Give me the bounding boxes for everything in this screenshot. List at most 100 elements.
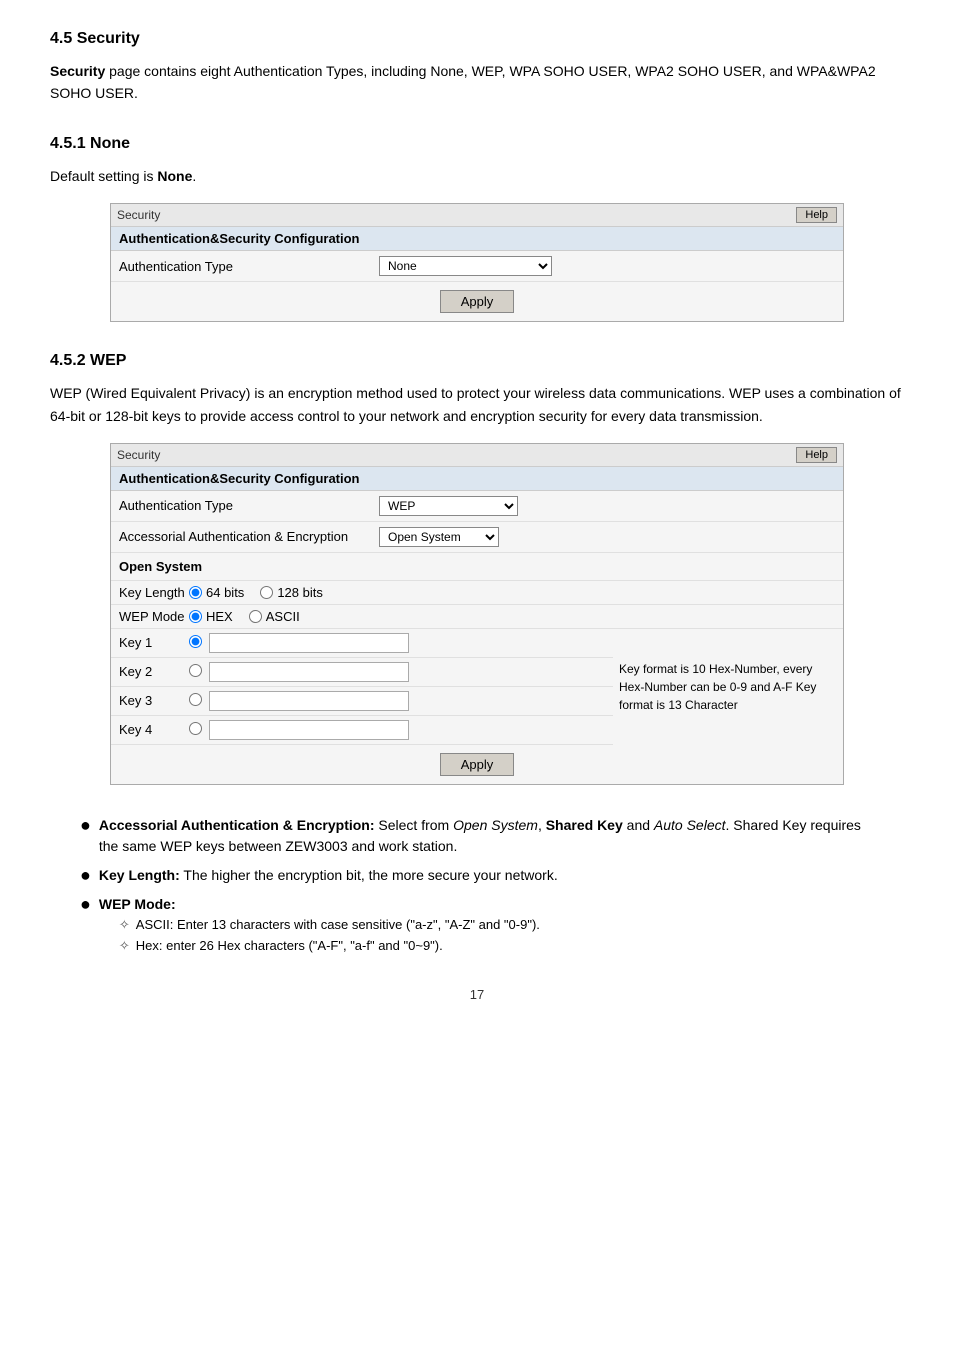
none-section-header: Authentication&Security Configuration xyxy=(111,227,843,251)
wep-mode-row: WEP Mode HEX ASCII xyxy=(111,605,843,629)
none-help-button[interactable]: Help xyxy=(796,207,837,223)
key4-label: Key 4 xyxy=(119,722,189,737)
sub-item-1: ✧ Hex: enter 26 Hex characters ("A-F", "… xyxy=(119,936,540,957)
wep-panel: Security Help Authentication&Security Co… xyxy=(110,443,844,785)
key4-row: Key 4 xyxy=(111,716,613,745)
wep-apply-button[interactable]: Apply xyxy=(440,753,515,776)
page-number: 17 xyxy=(50,987,904,1002)
key4-radio[interactable] xyxy=(189,722,202,735)
wep-mode-label: WEP Mode xyxy=(119,609,189,624)
none-desc-suffix: . xyxy=(192,168,196,184)
none-description: Default setting is None. xyxy=(50,165,904,187)
intro-paragraph: Security page contains eight Authenticat… xyxy=(50,60,904,105)
intro-text: page contains eight Authentication Types… xyxy=(50,63,876,101)
sub-text-0: ASCII: Enter 13 characters with case sen… xyxy=(136,915,540,936)
key3-radio-wrap xyxy=(189,693,209,709)
bullet-dot-1: ● xyxy=(80,866,91,884)
wep-mode-hex[interactable]: HEX xyxy=(189,609,233,624)
section-4-5-2: 4.5.2 WEP WEP (Wired Equivalent Privacy)… xyxy=(50,352,904,785)
key3-input[interactable] xyxy=(209,691,409,711)
wep-auth-type-row: Authentication Type None WEP WPA SOHO US… xyxy=(111,491,843,522)
key-length-128-label: 128 bits xyxy=(277,585,323,600)
wep-mode-radios: HEX ASCII xyxy=(189,609,300,624)
key-length-row: Key Length 64 bits 128 bits xyxy=(111,581,843,605)
wep-accessorial-select[interactable]: Open System Shared Key Auto Select xyxy=(379,527,499,547)
section-4-5: 4.5 Security Security page contains eigh… xyxy=(50,30,904,105)
key2-input[interactable] xyxy=(209,662,409,682)
none-panel: Security Help Authentication&Security Co… xyxy=(110,203,844,322)
key-length-radios: 64 bits 128 bits xyxy=(189,585,323,600)
heading-4-5-2: 4.5.2 WEP xyxy=(50,352,904,370)
keys-column: Key 1 Key 2 Key 3 xyxy=(111,629,613,745)
wep-auth-type-select[interactable]: None WEP WPA SOHO USER WPA2 SOHO USER xyxy=(379,496,518,516)
heading-4-5-1: 4.5.1 None xyxy=(50,135,904,153)
none-apply-row: Apply xyxy=(111,282,843,321)
section-4-5-1: 4.5.1 None Default setting is None. Secu… xyxy=(50,135,904,322)
heading-4-5: 4.5 Security xyxy=(50,30,904,48)
bullet-item-1: ● Key Length: The higher the encryption … xyxy=(80,865,874,886)
bullet-text-0: Accessorial Authentication & Encryption:… xyxy=(99,815,874,857)
diamond-0: ✧ xyxy=(119,915,130,936)
key2-label: Key 2 xyxy=(119,664,189,679)
none-desc-bold: None xyxy=(157,168,192,184)
wep-mode-hex-label: HEX xyxy=(206,609,233,624)
bullet-text-1: Key Length: The higher the encryption bi… xyxy=(99,865,558,886)
key1-row: Key 1 xyxy=(111,629,613,658)
key4-input[interactable] xyxy=(209,720,409,740)
none-desc-prefix: Default setting is xyxy=(50,168,157,184)
wep-help-button[interactable]: Help xyxy=(796,447,837,463)
none-auth-type-control: None WEP WPA SOHO USER WPA2 SOHO USER WP… xyxy=(379,256,552,276)
key-length-64-label: 64 bits xyxy=(206,585,244,600)
bullet-dot-0: ● xyxy=(80,816,91,834)
key-length-128-radio[interactable] xyxy=(260,586,273,599)
wep-mode-ascii[interactable]: ASCII xyxy=(249,609,300,624)
key-length-64-radio[interactable] xyxy=(189,586,202,599)
sub-item-0: ✧ ASCII: Enter 13 characters with case s… xyxy=(119,915,540,936)
sub-text-1: Hex: enter 26 Hex characters ("A-F", "a-… xyxy=(136,936,443,957)
none-panel-title: Security xyxy=(117,208,160,222)
key3-row: Key 3 xyxy=(111,687,613,716)
bullet-text-2: WEP Mode: ✧ ASCII: Enter 13 characters w… xyxy=(99,894,540,957)
key-length-128[interactable]: 128 bits xyxy=(260,585,323,600)
key1-label: Key 1 xyxy=(119,635,189,650)
key3-label: Key 3 xyxy=(119,693,189,708)
none-auth-type-row: Authentication Type None WEP WPA SOHO US… xyxy=(111,251,843,282)
wep-accessorial-row: Accessorial Authentication & Encryption … xyxy=(111,522,843,553)
none-panel-header: Security Help xyxy=(111,204,843,227)
wep-mode-ascii-radio[interactable] xyxy=(249,610,262,623)
key-length-label: Key Length xyxy=(119,585,189,600)
keys-section: Key 1 Key 2 Key 3 xyxy=(111,629,843,745)
key2-radio[interactable] xyxy=(189,664,202,677)
wep-panel-title: Security xyxy=(117,448,160,462)
wep-accessorial-control: Open System Shared Key Auto Select xyxy=(379,527,499,547)
wep-panel-header: Security Help xyxy=(111,444,843,467)
wep-mode-ascii-label: ASCII xyxy=(266,609,300,624)
bullet-item-2: ● WEP Mode: ✧ ASCII: Enter 13 characters… xyxy=(80,894,874,957)
bullet-bold-2: WEP Mode: xyxy=(99,896,176,912)
wep-description: WEP (Wired Equivalent Privacy) is an enc… xyxy=(50,382,904,427)
wep-apply-row: Apply xyxy=(111,745,843,784)
key1-input[interactable] xyxy=(209,633,409,653)
key1-radio[interactable] xyxy=(189,635,202,648)
none-auth-type-select[interactable]: None WEP WPA SOHO USER WPA2 SOHO USER WP… xyxy=(379,256,552,276)
key-length-64[interactable]: 64 bits xyxy=(189,585,244,600)
wep-mode-sub-list: ✧ ASCII: Enter 13 characters with case s… xyxy=(119,915,540,957)
key1-radio-wrap xyxy=(189,635,209,651)
bullet-item-0: ● Accessorial Authentication & Encryptio… xyxy=(80,815,874,857)
diamond-1: ✧ xyxy=(119,936,130,957)
key3-radio[interactable] xyxy=(189,693,202,706)
key2-radio-wrap xyxy=(189,664,209,680)
wep-auth-type-control: None WEP WPA SOHO USER WPA2 SOHO USER xyxy=(379,496,518,516)
wep-accessorial-label: Accessorial Authentication & Encryption xyxy=(119,529,379,544)
bullet-dot-2: ● xyxy=(80,895,91,913)
open-system-label: Open System xyxy=(111,553,843,581)
intro-bold: Security xyxy=(50,63,105,79)
wep-auth-type-label: Authentication Type xyxy=(119,498,379,513)
wep-mode-hex-radio[interactable] xyxy=(189,610,202,623)
key-hint: Key format is 10 Hex-Number, every Hex-N… xyxy=(613,629,843,745)
bullet-bold-0: Accessorial Authentication & Encryption: xyxy=(99,817,375,833)
bullet-list: ● Accessorial Authentication & Encryptio… xyxy=(80,815,874,957)
none-apply-button[interactable]: Apply xyxy=(440,290,515,313)
none-auth-type-label: Authentication Type xyxy=(119,259,379,274)
key4-radio-wrap xyxy=(189,722,209,738)
